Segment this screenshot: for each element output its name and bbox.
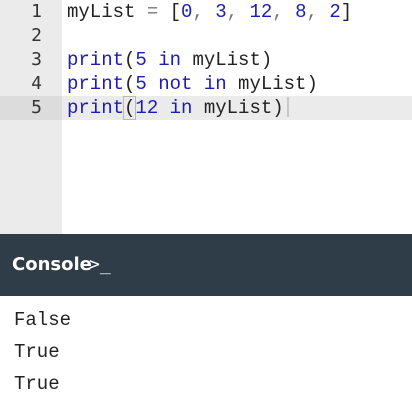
console-title: Console — [12, 254, 92, 275]
code-line-text[interactable]: myList = [0, 3, 12, 8, 2] — [67, 0, 352, 24]
console-output-line: True — [14, 341, 60, 363]
code-line-text[interactable]: print(12 in myList) — [67, 96, 289, 120]
gutter-cell: 4 — [0, 72, 62, 96]
number-token: 2 — [329, 1, 341, 23]
paren-token: ( — [124, 49, 136, 71]
number-token: 5 — [135, 49, 147, 71]
paren-token: ) — [260, 49, 273, 71]
line-number: 2 — [31, 25, 42, 46]
matched-paren-token: ( — [122, 96, 137, 120]
number-token: 8 — [295, 1, 307, 23]
paren-token: ) — [306, 73, 318, 95]
line-number: 4 — [31, 73, 42, 94]
bracket-token: ] — [340, 1, 353, 23]
code-line[interactable]: 4 print(5 not in myList) — [0, 72, 412, 96]
keyword-token: not in — [146, 73, 239, 95]
line-number: 1 — [31, 1, 42, 22]
separator-token: , — [192, 1, 216, 23]
builtin-token: print — [67, 73, 125, 95]
number-token: 12 — [249, 1, 273, 23]
paren-token: ) — [272, 97, 284, 119]
gutter-cell: 2 — [0, 24, 62, 48]
gutter-cell: 1 — [0, 0, 62, 24]
console-output[interactable]: False True True — [0, 296, 412, 409]
builtin-token: print — [67, 49, 125, 71]
gutter-cell: 3 — [0, 48, 62, 72]
builtin-token: print — [67, 97, 125, 119]
identifier-token: myList — [238, 73, 307, 95]
terminal-prompt-icon: >_ — [89, 254, 111, 275]
code-line-text[interactable]: print(5 not in myList) — [67, 72, 318, 96]
keyword-token: in — [146, 49, 193, 71]
code-line[interactable]: 2 — [0, 24, 412, 48]
console-output-line: False — [14, 309, 72, 331]
number-token: 12 — [135, 97, 159, 119]
code-line[interactable]: 3 print(5 in myList) — [0, 48, 412, 72]
identifier-token: myList — [203, 97, 273, 119]
number-token: 5 — [135, 73, 147, 95]
code-line-active[interactable]: 5 print(12 in myList) — [0, 96, 412, 120]
line-number: 3 — [31, 49, 42, 70]
identifier-token: myList — [67, 1, 136, 23]
code-editor[interactable]: 1 myList = [0, 3, 12, 8, 2] 2 3 print(5 … — [0, 0, 412, 234]
separator-token: , — [226, 1, 250, 23]
line-number: 5 — [31, 97, 42, 118]
separator-token: , — [272, 1, 296, 23]
paren-token: ( — [124, 73, 136, 95]
identifier-token: myList — [192, 49, 261, 71]
gutter-cell: 5 — [0, 96, 62, 120]
text-cursor — [286, 97, 289, 117]
code-line-text[interactable]: print(5 in myList) — [67, 48, 272, 72]
code-line[interactable]: 1 myList = [0, 3, 12, 8, 2] — [0, 0, 412, 24]
console-output-line: True — [14, 373, 60, 395]
bracket-token: [ — [169, 1, 182, 23]
operator-token: = — [135, 1, 170, 23]
number-token: 3 — [215, 1, 227, 23]
separator-token: , — [306, 1, 330, 23]
keyword-token: in — [158, 97, 204, 119]
console-header: Console >_ — [0, 234, 412, 296]
number-token: 0 — [181, 1, 193, 23]
